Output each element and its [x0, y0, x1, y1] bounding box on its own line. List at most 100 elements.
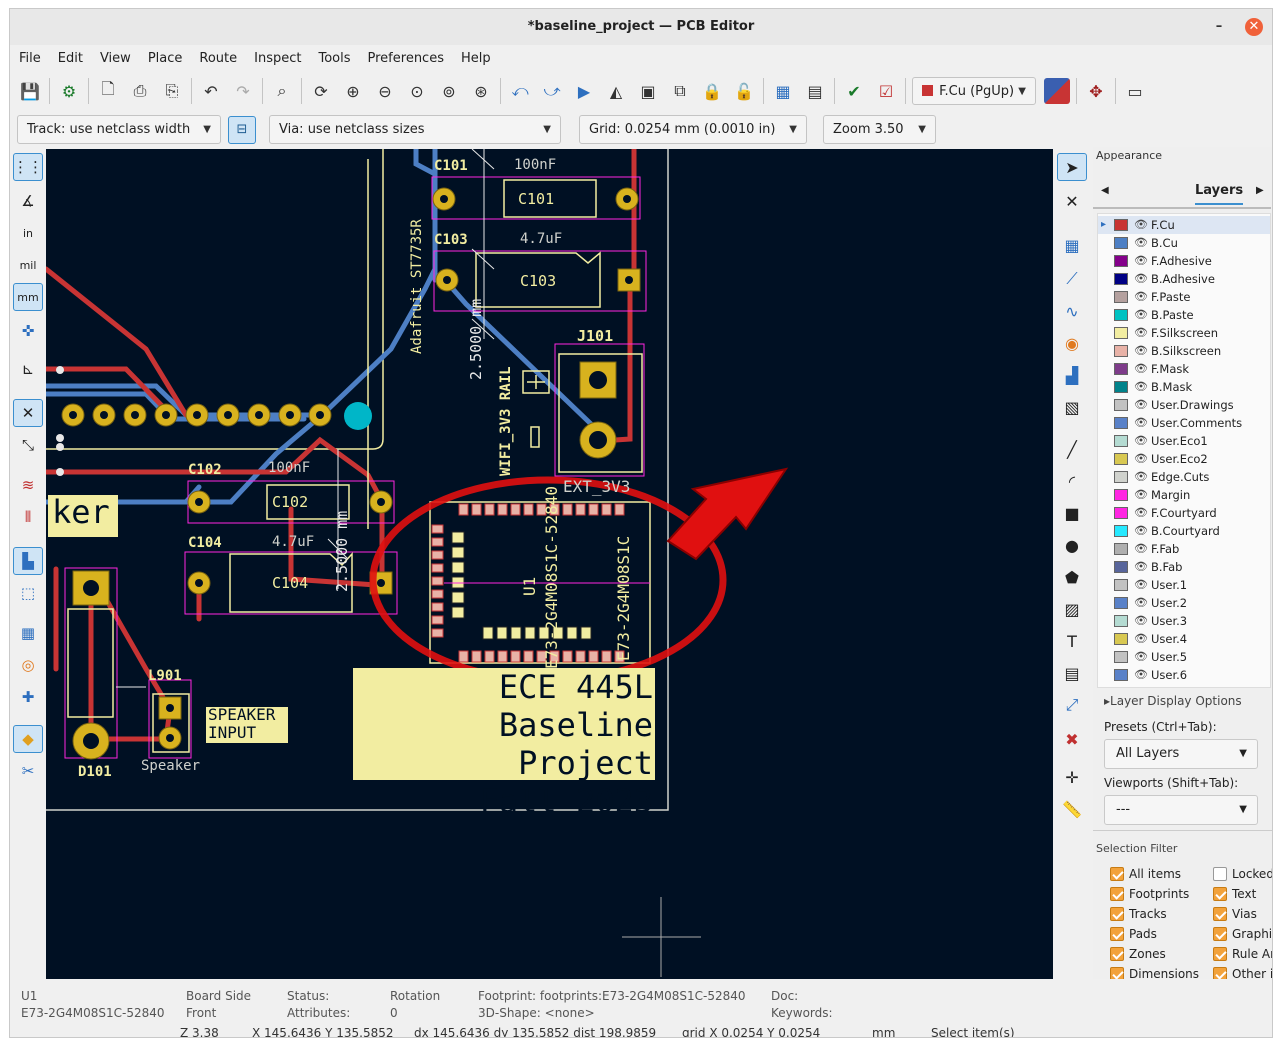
add-text-icon[interactable]: T	[1057, 627, 1087, 655]
footprint-editor-icon[interactable]: ▤	[802, 78, 828, 104]
layer-color-swatch[interactable]	[1114, 327, 1128, 339]
draw-line-icon[interactable]: ╱	[1057, 435, 1087, 463]
layer-row[interactable]: 👁 User.Drawings	[1098, 396, 1270, 414]
menu-preferences[interactable]: Preferences	[368, 51, 444, 66]
checkbox-icon[interactable]	[1213, 947, 1227, 961]
eye-icon[interactable]: 👁	[1134, 468, 1148, 486]
layer-color-swatch[interactable]	[1114, 615, 1128, 627]
unlock-icon[interactable]: 🔓	[731, 78, 757, 104]
layer-row[interactable]: 👁 User.6	[1098, 666, 1270, 684]
layer-color-swatch[interactable]	[1114, 219, 1128, 231]
eye-icon[interactable]: 👁	[1134, 630, 1148, 648]
layer-row[interactable]: 👁 B.Fab	[1098, 558, 1270, 576]
drc-icon[interactable]: ✔	[841, 78, 867, 104]
layer-color-swatch[interactable]	[1114, 651, 1128, 663]
filter-checkbox[interactable]: Graphics	[1213, 926, 1272, 942]
active-layer-select[interactable]: F.Cu (PgUp) ▼	[912, 77, 1036, 105]
layer-color-swatch[interactable]	[1114, 363, 1128, 375]
filter-checkbox[interactable]: Tracks	[1110, 906, 1210, 922]
eye-icon[interactable]: 👁	[1134, 540, 1148, 558]
layer-color-swatch[interactable]	[1114, 345, 1128, 357]
layer-row[interactable]: 👁 Edge.Cuts	[1098, 468, 1270, 486]
layer-row[interactable]: 👁 User.4	[1098, 630, 1270, 648]
eye-icon[interactable]: 👁	[1134, 324, 1148, 342]
flip-icon[interactable]: ▶	[571, 78, 597, 104]
checkbox-icon[interactable]	[1110, 867, 1124, 881]
menu-place[interactable]: Place	[148, 51, 183, 66]
eye-icon[interactable]: 👁	[1134, 648, 1148, 666]
layer-row[interactable]: 👁 B.Paste	[1098, 306, 1270, 324]
eye-icon[interactable]: 👁	[1134, 450, 1148, 468]
eye-icon[interactable]: 👁	[1134, 486, 1148, 504]
filter-checkbox[interactable]: Zones	[1110, 946, 1210, 962]
high-contrast-icon[interactable]: ◎	[13, 651, 43, 679]
plot-icon[interactable]: ⎘	[159, 78, 185, 104]
eye-icon[interactable]: 👁	[1134, 378, 1148, 396]
place-origin-icon[interactable]: ✛	[1057, 763, 1087, 791]
draw-polygon-icon[interactable]: ⬟	[1057, 563, 1087, 591]
layer-color-swatch[interactable]	[1114, 471, 1128, 483]
eye-icon[interactable]: 👁	[1134, 288, 1148, 306]
layer-color-swatch[interactable]	[1114, 543, 1128, 555]
checkbox-icon[interactable]	[1213, 907, 1227, 921]
zoom-in-icon[interactable]: ⊕	[340, 78, 366, 104]
layer-row[interactable]: 👁 Margin	[1098, 486, 1270, 504]
checkbox-icon[interactable]	[1213, 867, 1227, 881]
rotate-cw-icon[interactable]: ⤻	[539, 78, 565, 104]
lock-icon[interactable]: 🔒	[699, 78, 725, 104]
filter-checkbox[interactable]: Pads	[1110, 926, 1210, 942]
draw-rectangle-icon[interactable]: ■	[1057, 499, 1087, 527]
track-width-select[interactable]: Track: use netclass width ▼	[17, 115, 221, 144]
millimeters-icon[interactable]: mm	[13, 283, 43, 311]
layer-color-swatch[interactable]	[1114, 507, 1128, 519]
close-icon[interactable]: ✕	[1245, 18, 1263, 36]
pads-outline-icon[interactable]: ⫴	[13, 503, 43, 531]
zoom-out-icon[interactable]: ⊖	[372, 78, 398, 104]
presets-select[interactable]: All Layers ▼	[1104, 739, 1258, 769]
draw-circle-icon[interactable]: ●	[1057, 531, 1087, 559]
eye-icon[interactable]: 👁	[1134, 216, 1148, 234]
route-track-icon[interactable]: ⟋	[1057, 265, 1087, 293]
tune-length-icon[interactable]: ∿	[1057, 297, 1087, 325]
layer-row[interactable]: 👁 F.Fab	[1098, 540, 1270, 558]
filter-checkbox[interactable]: Footprints	[1110, 886, 1210, 902]
undo-icon[interactable]: ↶	[198, 78, 224, 104]
add-dimension-icon[interactable]: ⤢	[1057, 691, 1087, 719]
eye-icon[interactable]: 👁	[1134, 576, 1148, 594]
zoom-selection-icon[interactable]: ⊛	[468, 78, 494, 104]
layer-row[interactable]: 👁 User.5	[1098, 648, 1270, 666]
local-origin-icon[interactable]: ⊾	[13, 355, 43, 383]
layer-color-swatch[interactable]	[1114, 561, 1128, 573]
eye-icon[interactable]: 👁	[1134, 414, 1148, 432]
cursor-style-icon[interactable]: ✜	[13, 317, 43, 345]
checkbox-icon[interactable]	[1213, 887, 1227, 901]
inches-icon[interactable]: in	[13, 219, 43, 247]
layer-color-swatch[interactable]	[1114, 669, 1128, 681]
pcb-canvas[interactable]: C101 100nF C101 C103 4.7uF C103 J101 EXT…	[46, 149, 1053, 979]
filter-checkbox[interactable]: Rule Area	[1213, 946, 1272, 962]
polar-coords-icon[interactable]: ∡	[13, 187, 43, 215]
grid-toggle-icon[interactable]: ⋮⋮	[13, 153, 43, 181]
menu-view[interactable]: View	[100, 51, 131, 66]
layer-color-swatch[interactable]	[1114, 579, 1128, 591]
eye-icon[interactable]: 👁	[1134, 504, 1148, 522]
filter-checkbox[interactable]: Vias	[1213, 906, 1272, 922]
layer-row[interactable]: 👁 B.Cu	[1098, 234, 1270, 252]
delete-tool-icon[interactable]: ✖	[1057, 725, 1087, 753]
eye-icon[interactable]: 👁	[1134, 666, 1148, 684]
ratsnest-icon[interactable]: ☑	[873, 78, 899, 104]
mirror-icon[interactable]: ◭	[603, 78, 629, 104]
checkbox-icon[interactable]	[1110, 887, 1124, 901]
print-icon[interactable]: ⎙	[127, 78, 153, 104]
scripting-console-icon[interactable]: ▭	[1122, 78, 1148, 104]
auto-track-width-icon[interactable]: ⊟	[228, 116, 256, 144]
add-zone-icon[interactable]: ▟	[1057, 361, 1087, 389]
layer-row[interactable]: ▸ 👁 F.Cu	[1098, 216, 1270, 234]
board-setup-icon[interactable]: ⚙	[56, 78, 82, 104]
viewports-select[interactable]: --- ▼	[1104, 795, 1258, 825]
via-size-select[interactable]: Via: use netclass sizes ▼	[269, 115, 561, 144]
layer-color-swatch[interactable]	[1114, 237, 1128, 249]
filter-checkbox[interactable]: Locked it	[1213, 866, 1272, 882]
checkbox-icon[interactable]	[1110, 947, 1124, 961]
chevron-left-icon[interactable]: ◀	[1101, 185, 1109, 196]
